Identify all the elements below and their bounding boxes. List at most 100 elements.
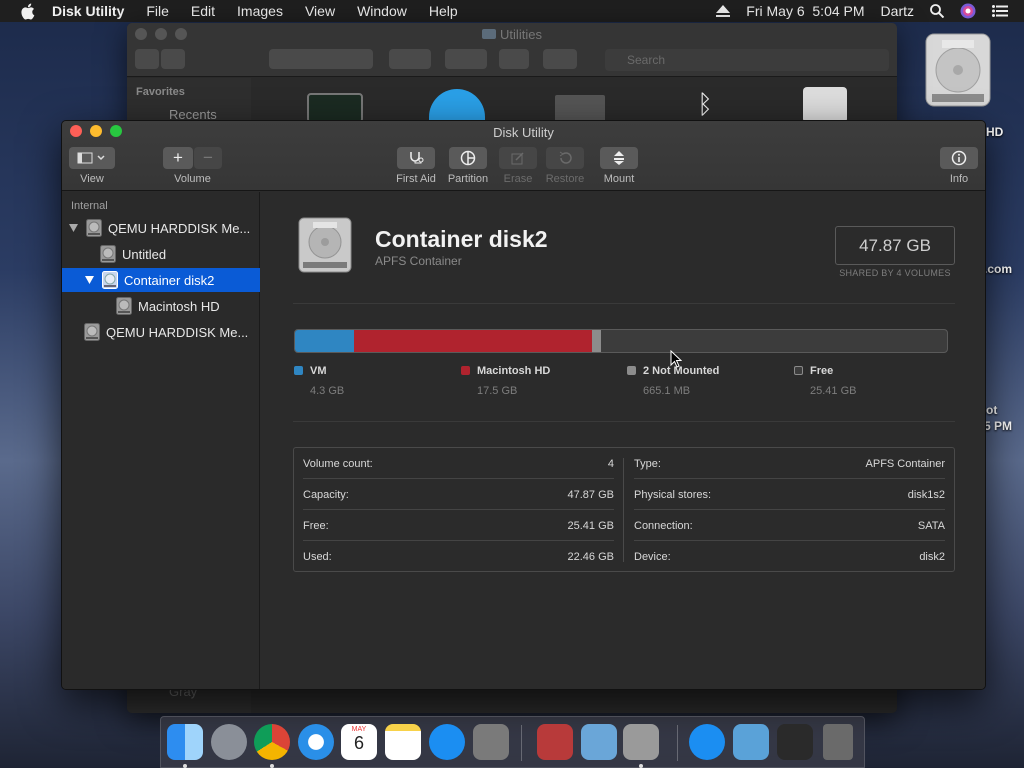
boot-camp-icon[interactable]: [803, 87, 847, 123]
menubar-clock[interactable]: Fri May 6 5:04 PM: [746, 3, 864, 19]
spotlight-search-icon[interactable]: [930, 4, 944, 18]
running-indicator: [639, 764, 643, 768]
system-preferences-icon[interactable]: [473, 724, 509, 760]
first-aid-label: First Aid: [396, 173, 436, 185]
divider: [293, 303, 955, 304]
finder-tags-button[interactable]: [543, 49, 577, 69]
volume-label: Volume: [174, 173, 211, 185]
hard-disk-icon: [84, 323, 100, 341]
mount-icon: [614, 151, 624, 165]
disk-sidebar: Internal QEMU HARDDISK Me... Untitled Co…: [62, 192, 260, 689]
mount-label: Mount: [603, 173, 635, 185]
erase-button[interactable]: [499, 147, 537, 169]
info-row: Free: 25.41 GB: [294, 510, 624, 541]
notification-center-icon[interactable]: [992, 5, 1008, 17]
first-aid-button[interactable]: [397, 147, 435, 169]
restore-label: Restore: [545, 173, 585, 185]
eject-icon[interactable]: [716, 5, 731, 17]
trash-icon[interactable]: [823, 724, 853, 760]
info-column-right: Type: APFS Container Physical stores: disk…: [625, 448, 955, 571]
info-label: Capacity:: [303, 488, 349, 501]
info-button[interactable]: [940, 147, 978, 169]
remove-volume-button[interactable]: −: [194, 147, 222, 169]
safari-icon[interactable]: [298, 724, 334, 760]
folder-icon: [482, 29, 497, 39]
menu-app-name[interactable]: Disk Utility: [52, 3, 124, 19]
menu-edit[interactable]: Edit: [191, 3, 215, 19]
mount-button[interactable]: [600, 147, 638, 169]
activity-monitor-icon[interactable]: [307, 93, 363, 123]
finder-share-button[interactable]: [499, 49, 529, 69]
chrome-icon[interactable]: [254, 724, 290, 760]
menu-images[interactable]: Images: [237, 3, 283, 19]
disk-utility-window[interactable]: Disk Utility View + − Volume First Aid P…: [61, 120, 986, 690]
finder-back-button[interactable]: [135, 49, 159, 69]
bluetooth-icon[interactable]: ᛒ: [690, 89, 720, 123]
sidebar-item-qemu-disk-1[interactable]: QEMU HARDDISK Me...: [62, 216, 260, 240]
app-store-icon[interactable]: [429, 724, 465, 760]
restore-button[interactable]: [546, 147, 584, 169]
sidebar-item-macintosh-hd[interactable]: Macintosh HD: [62, 294, 260, 318]
menubar-user[interactable]: Dartz: [881, 3, 914, 19]
info-table: Volume count: 4 Capacity: 47.87 GB Free: 25…: [293, 447, 955, 572]
legend-swatch: [794, 366, 803, 375]
info-value: APFS Container: [865, 457, 945, 470]
info-label: Free:: [303, 519, 329, 532]
menu-view[interactable]: View: [305, 3, 335, 19]
view-button[interactable]: [69, 147, 115, 169]
notes-icon[interactable]: [385, 724, 421, 760]
info-row: Connection: SATA: [625, 510, 955, 541]
legend-swatch: [461, 366, 470, 375]
screenshot-stack-icon[interactable]: [777, 724, 813, 760]
info-value: SATA: [917, 519, 945, 532]
usage-segment-macintosh-hd: [354, 330, 592, 352]
preview-icon[interactable]: [581, 724, 617, 760]
disclosure-triangle-icon[interactable]: [68, 223, 78, 233]
finder-forward-button[interactable]: [161, 49, 185, 69]
airport-utility-icon[interactable]: [429, 89, 485, 123]
calendar-icon[interactable]: MAY 6: [341, 724, 377, 760]
info-label: Used:: [303, 550, 332, 563]
desktop-hard-drive-icon[interactable]: [922, 32, 994, 117]
container-title: Container disk2: [375, 226, 548, 252]
partition-button[interactable]: [449, 147, 487, 169]
sidebar-item-container-disk2[interactable]: Container disk2: [62, 268, 260, 292]
partition-icon: [460, 150, 476, 166]
finder-titlebar: Utilities Search: [127, 23, 897, 77]
downloads-folder-icon[interactable]: [733, 724, 769, 760]
siri-icon[interactable]: [960, 3, 976, 19]
finder-search-input[interactable]: Search: [605, 49, 889, 71]
launchpad-icon[interactable]: [211, 724, 247, 760]
disclosure-triangle-icon[interactable]: [84, 275, 94, 285]
finder-view-buttons[interactable]: [269, 49, 373, 69]
info-value: disk2: [919, 550, 945, 563]
photo-booth-icon[interactable]: [537, 724, 573, 760]
container-size: 47.87 GB: [835, 226, 955, 265]
finder-action-button[interactable]: [445, 49, 487, 69]
sidebar-item-untitled[interactable]: Untitled: [62, 242, 260, 266]
sidebar-item-qemu-disk-2[interactable]: QEMU HARDDISK Me...: [62, 320, 260, 344]
info-column-divider: [623, 458, 624, 562]
apple-menu-icon[interactable]: [18, 2, 36, 20]
add-volume-button[interactable]: +: [163, 147, 193, 169]
menu-window[interactable]: Window: [357, 3, 407, 19]
erase-icon: [511, 152, 524, 165]
finder-group-button[interactable]: [389, 49, 431, 69]
legend-name: VM: [310, 365, 327, 377]
info-value: 47.87 GB: [567, 488, 614, 501]
finder-icon[interactable]: [167, 724, 203, 760]
usage-segment-vm: [295, 330, 354, 352]
window-title: Disk Utility: [493, 125, 554, 140]
disk-utility-dock-icon[interactable]: [623, 724, 659, 760]
info-label: Type:: [634, 457, 661, 470]
legend-swatch: [294, 366, 303, 375]
running-indicator: [183, 764, 187, 768]
menu-file[interactable]: File: [146, 3, 169, 19]
audio-midi-setup-icon[interactable]: [555, 95, 605, 123]
menu-help[interactable]: Help: [429, 3, 458, 19]
info-label: Device:: [634, 550, 671, 563]
info-row: Physical stores: disk1s2: [625, 479, 955, 510]
app-store-downloads-icon[interactable]: [689, 724, 725, 760]
info-column-left: Volume count: 4 Capacity: 47.87 GB Free: 25…: [294, 448, 624, 571]
finder-title: Utilities: [127, 27, 897, 42]
